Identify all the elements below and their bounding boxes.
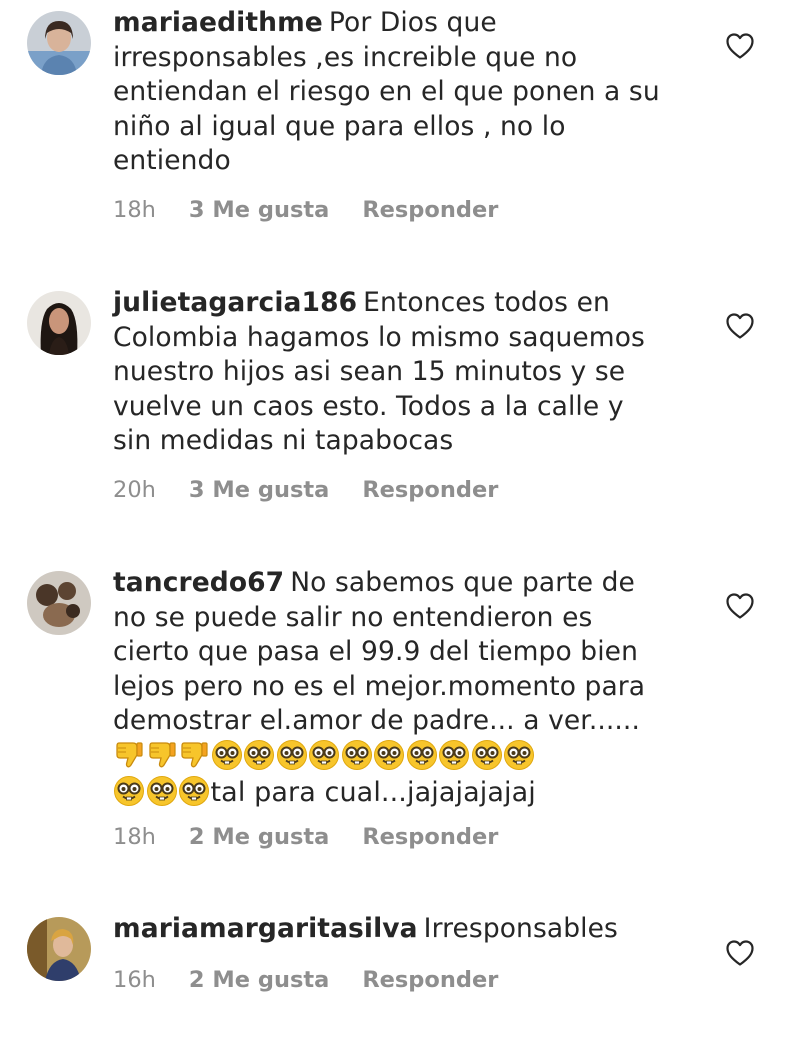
comment-item: mariamargaritasilva Irresponsables 16h 2 M…	[0, 0, 800, 1010]
avatar[interactable]	[27, 917, 91, 981]
comment-time: 16h	[113, 967, 156, 993]
avatar-photo-icon	[27, 917, 91, 981]
comment-meta: 16h 2 Me gusta Responder	[113, 967, 531, 993]
comment-likes[interactable]: 2 Me gusta	[189, 967, 329, 993]
comment-body: mariamargaritasilva Irresponsables	[113, 912, 688, 947]
like-heart-icon[interactable]	[726, 940, 754, 966]
comment-text-line: Irresponsables	[423, 913, 618, 944]
comment-username[interactable]: mariamargaritasilva	[113, 913, 418, 944]
reply-button[interactable]: Responder	[362, 967, 498, 993]
